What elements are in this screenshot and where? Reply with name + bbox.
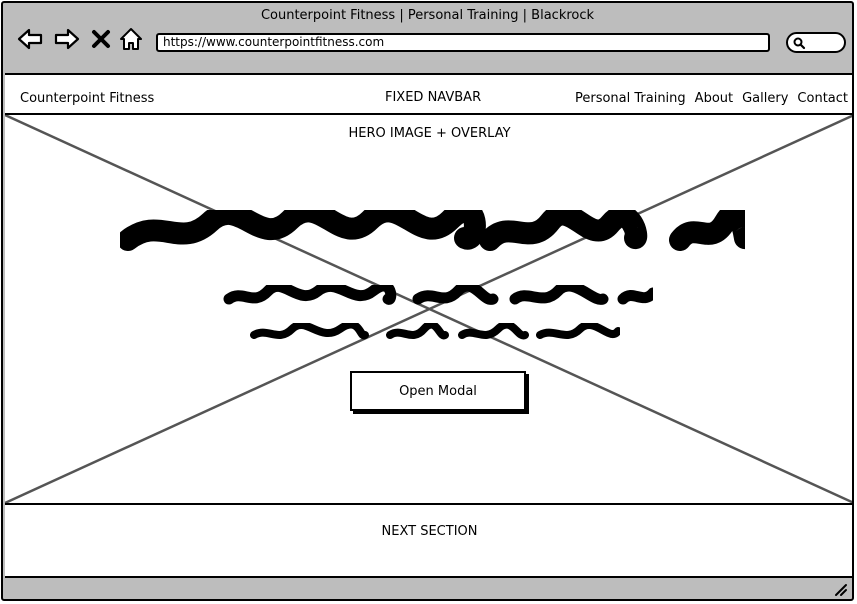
hero-annotation: HERO IMAGE + OVERLAY [348,126,511,141]
search-icon [793,37,806,50]
home-icon[interactable] [117,25,145,53]
fixed-navbar: Counterpoint Fitness FIXED NAVBAR Person… [5,75,852,115]
nav-link-gallery[interactable]: Gallery [742,91,788,106]
navbar-annotation: FIXED NAVBAR [385,90,482,105]
window-title: Counterpoint Fitness | Personal Training… [260,8,595,23]
address-bar[interactable]: https://www.counterpointfitness.com [156,33,770,52]
browser-search-box[interactable] [786,32,846,53]
brand-link[interactable]: Counterpoint Fitness [20,91,154,106]
hero-subheading-placeholder [223,285,653,305]
open-modal-button[interactable]: Open Modal [350,371,526,411]
hero-tagline-placeholder [250,323,620,340]
forward-arrow-icon[interactable] [53,25,81,53]
close-x-icon[interactable] [90,25,112,53]
window-resize-grip-icon[interactable] [832,581,848,597]
hero-section: HERO IMAGE + OVERLAY Open Modal [5,115,852,505]
nav-links: Personal Training About Gallery Contact [575,91,848,106]
next-section-annotation: NEXT SECTION [381,524,478,539]
browser-window: Counterpoint Fitness | Personal Training… [1,1,854,601]
hero-headline-placeholder [120,210,745,251]
next-section: NEXT SECTION [5,505,852,576]
page-viewport: Counterpoint Fitness FIXED NAVBAR Person… [5,73,852,578]
nav-link-contact[interactable]: Contact [797,91,848,106]
nav-link-personal-training[interactable]: Personal Training [575,91,686,106]
nav-link-about[interactable]: About [695,91,733,106]
back-arrow-icon[interactable] [16,25,44,53]
